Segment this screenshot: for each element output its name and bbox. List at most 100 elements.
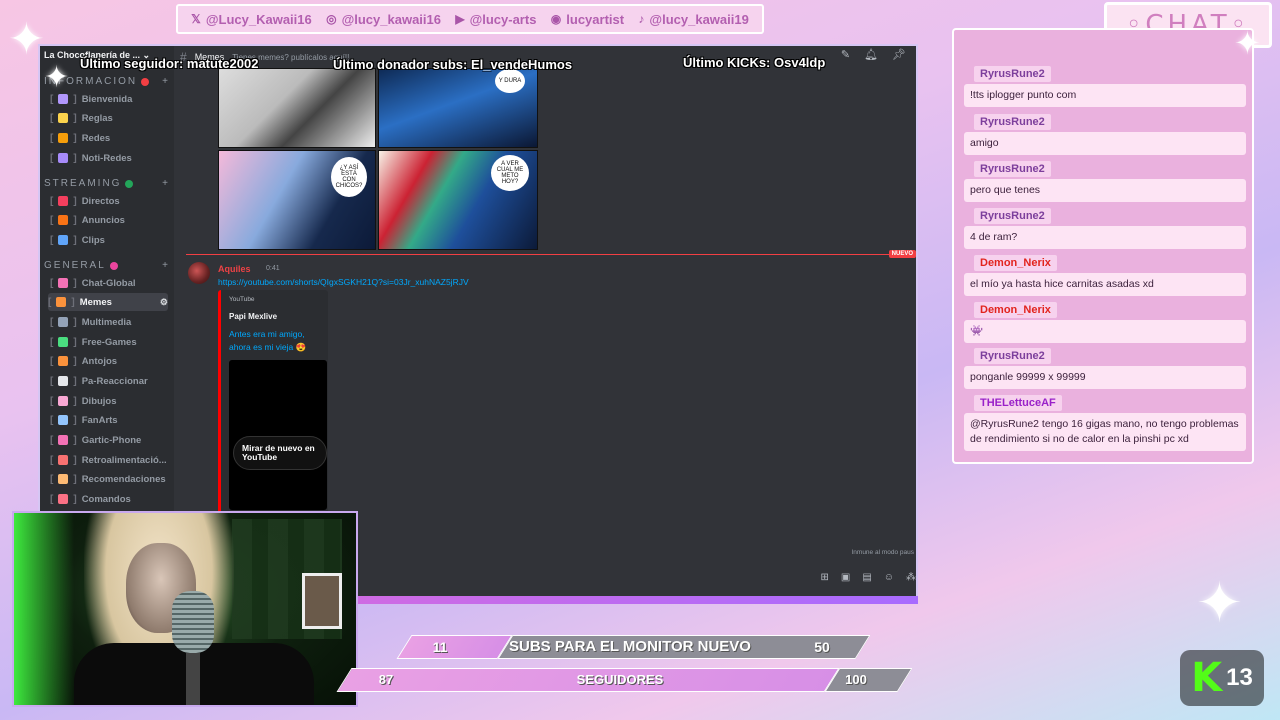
channel-icon [58,235,69,245]
subs-goal-label: SUBS PARA EL MONITOR NUEVO [509,638,751,655]
embed-title[interactable]: Antes era mi amigo, ahora es mi vieja 😍 [229,328,325,354]
gift-icon[interactable]: ⊞ [820,572,828,583]
new-messages-divider [186,254,894,255]
discord-icon: ◉ [550,12,562,26]
chat-message: Demon_Nerix el mío ya hasta hice carnita… [964,253,1246,297]
channel-recomendaciones[interactable]: [] Recomendaciones [50,470,170,488]
kick-badge: K 13 [1180,650,1264,706]
webcam-feed [12,511,358,707]
status-dot [141,77,150,86]
meme-image[interactable]: Y DURA [378,68,538,148]
embed-author[interactable]: Papi Mexlive [229,312,277,321]
chat-message: THELettuceAF @RyrusRune2 tengo 16 gigas … [964,393,1246,452]
sparkle-icon: ✦ [8,15,45,64]
channel-icon [58,196,69,206]
channel-pa-reaccionar[interactable]: [] Pa-Reaccionar [50,372,170,390]
category-streaming[interactable]: STREAMING + [44,178,170,189]
chat-username: Demon_Nerix [974,302,1057,318]
rewatch-button[interactable]: Mirar de nuevo en YouTube [233,436,327,470]
pin-icon[interactable]: 📌︎ [892,48,906,61]
chat-text: el mío ya hasta hice carnitas asadas xd [964,273,1246,297]
social-bar: 𝕏 @Lucy_Kawaii16 ◎ @lucy_kawaii16 ▶ @lucy-a… [176,4,764,34]
tiktok-icon: ♪ [638,12,645,26]
channel-settings-icon[interactable]: ⚙ [160,297,168,308]
sparkle-icon: ✦ [1234,25,1261,61]
channel-icon [58,94,69,104]
threads-icon[interactable]: ✎ [841,48,850,61]
channel-icon [58,113,69,123]
bell-icon[interactable]: 🔔︎ [864,48,878,61]
last-donor: Último donador subs: El_vendeHumos [333,57,573,72]
add-channel-icon[interactable]: + [162,260,170,271]
channel-icon [58,317,69,327]
chat-message: Demon_Nerix 👾 [964,300,1246,344]
channel-retroalimentacion[interactable]: [] Retroalimentació... [50,451,170,469]
composer-toolbar: ⊞ ▣ ▤ ☺ ⁂ [820,572,916,583]
chat-message: RyrusRune2 amigo [964,112,1246,156]
channel-anuncios[interactable]: [] Anuncios [50,211,170,229]
chat-text: amigo [964,132,1246,156]
category-label: GENERAL [44,260,106,271]
channel-reglas[interactable]: [] Reglas [50,109,170,127]
channel-multimedia[interactable]: [] Multimedia [50,313,170,331]
channel-icon [58,356,69,366]
channel-antojos[interactable]: [] Antojos [50,352,170,370]
meme-image[interactable]: A VER CUAL ME METO HOY? [378,150,538,250]
channel-fanarts[interactable]: [] FanArts [50,411,170,429]
chat-username: RyrusRune2 [974,208,1051,224]
emoji-icon[interactable]: ☺ [884,572,894,583]
instagram-icon: ◎ [326,12,337,26]
channel-noti-redes[interactable]: [] Noti-Redes [50,149,170,167]
instagram-handle: @lucy_kawaii16 [341,11,441,27]
add-channel-icon[interactable]: + [162,178,170,189]
embed-video[interactable]: Mirar de nuevo en YouTube [229,360,327,510]
chat-text: pero que tenes [964,179,1246,203]
avatar[interactable] [188,262,210,284]
apps-icon[interactable]: ⁂ [906,572,916,583]
channel-directos[interactable]: [] Directos [50,192,170,210]
subs-current: 11 [432,639,448,655]
channel-gartic-phone[interactable]: [] Gartic-Phone [50,431,170,449]
chat-text: 4 de ram? [964,226,1246,250]
chat-text: 👾 [964,320,1246,344]
channel-clips[interactable]: [] Clips [50,231,170,249]
channel-dibujos[interactable]: [] Dibujos [50,392,170,410]
followers-target: 100 [845,672,867,687]
x-twitter-icon: 𝕏 [191,12,201,26]
channel-comandos[interactable]: [] Comandos [50,490,170,508]
social-twitter: 𝕏 @Lucy_Kawaii16 [191,12,312,27]
meme-image[interactable]: ¿Y ASÍ ESTÁ CON CHICOS? [218,150,376,250]
sparkle-icon: ✦ [44,61,70,94]
channel-chat-global[interactable]: [] Chat-Global [50,274,170,292]
channel-redes[interactable]: [] Redes [50,129,170,147]
sticker-icon[interactable]: ▤ [862,572,871,583]
immune-notice: Inmune al modo paus [851,549,914,556]
channel-memes[interactable]: [] Memes ⚙ [48,293,168,311]
meme-image[interactable] [218,68,376,148]
speech-bubble: ¿Y ASÍ ESTÁ CON CHICOS? [331,157,367,197]
add-channel-icon[interactable]: + [162,76,170,87]
channel-icon [58,337,69,347]
category-general[interactable]: GENERAL + [44,260,170,271]
youtube-handle: @lucy-arts [469,11,537,27]
chat-message: RyrusRune2 ponganle 99999 x 99999 [964,346,1246,390]
social-youtube: ▶ @lucy-arts [455,12,536,27]
chat-username: Demon_Nerix [974,255,1057,271]
chat-text: @RyrusRune2 tengo 16 gigas mano, no teng… [964,413,1246,452]
channel-icon [58,215,69,225]
channel-icon [58,396,69,406]
embed-provider: YouTube [229,296,255,303]
channel-free-games[interactable]: [] Free-Games [50,333,170,351]
social-instagram: ◎ @lucy_kawaii16 [326,12,441,27]
new-badge: NUEVO [888,250,916,258]
channel-icon [58,376,69,386]
channel-icon [58,153,69,163]
channel-icon [58,435,69,445]
speech-bubble: Y DURA [495,69,525,93]
message-author[interactable]: Aquiles [218,264,251,274]
chat-username: RyrusRune2 [974,66,1051,82]
message-link[interactable]: https://youtube.com/shorts/QIgxSGKH21Q?s… [218,277,469,287]
status-dot [109,261,118,270]
followers-goal-label: SEGUIDORES [576,672,664,687]
gif-icon[interactable]: ▣ [841,572,850,583]
